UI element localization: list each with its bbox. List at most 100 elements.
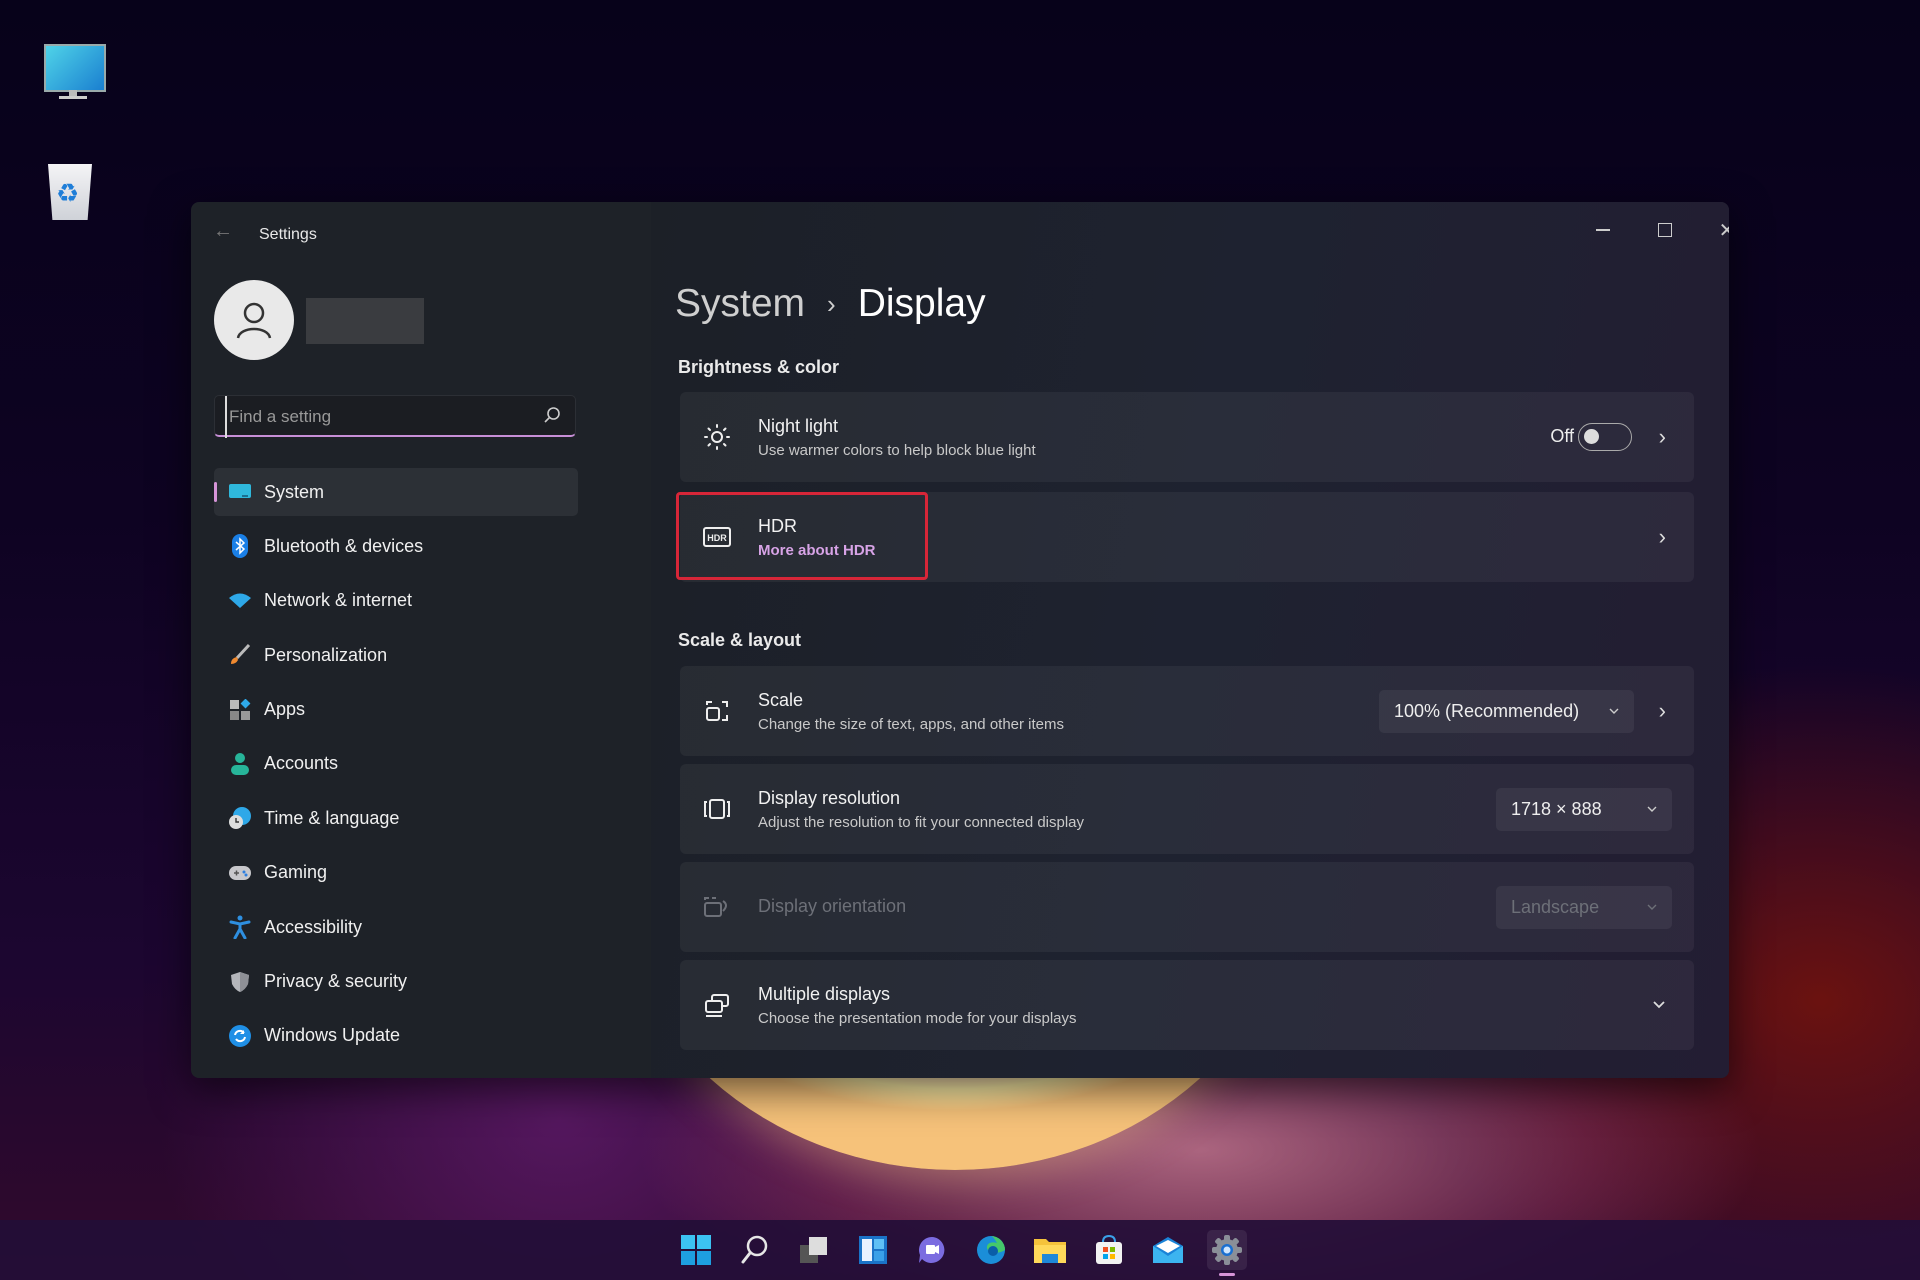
chevron-right-icon[interactable]: › bbox=[1659, 698, 1666, 724]
active-indicator bbox=[214, 482, 217, 502]
sidebar-item-label: Privacy & security bbox=[264, 971, 408, 992]
account-name-redacted bbox=[306, 298, 424, 344]
multiple-displays-icon bbox=[702, 990, 732, 1020]
minimize-icon bbox=[1596, 229, 1610, 231]
brush-icon bbox=[228, 643, 252, 667]
breadcrumb-parent[interactable]: System bbox=[675, 282, 805, 326]
widgets-button[interactable] bbox=[853, 1230, 893, 1270]
task-view-icon bbox=[800, 1237, 827, 1263]
recycle-bin-icon[interactable]: ♻ bbox=[46, 160, 116, 230]
store-icon bbox=[1096, 1234, 1122, 1264]
maximize-button[interactable] bbox=[1635, 212, 1695, 248]
sidebar-nav: System Bluetooth & devices Network & int… bbox=[214, 468, 578, 1066]
taskbar bbox=[0, 1220, 1920, 1280]
multiple-displays-card[interactable]: Multiple displays Choose the presentatio… bbox=[680, 960, 1694, 1050]
night-light-card[interactable]: Night light Use warmer colors to help bl… bbox=[680, 392, 1694, 482]
gamepad-icon bbox=[228, 861, 252, 885]
sidebar-item-label: Accounts bbox=[264, 753, 339, 774]
back-arrow-icon[interactable]: ← bbox=[213, 220, 233, 243]
sidebar-item-privacy[interactable]: Privacy & security bbox=[214, 958, 578, 1006]
store-button[interactable] bbox=[1089, 1230, 1129, 1270]
chevron-down-icon bbox=[1609, 708, 1619, 714]
widgets-icon bbox=[859, 1236, 887, 1264]
start-button[interactable] bbox=[676, 1230, 716, 1270]
display-resolution-card: Display resolution Adjust the resolution… bbox=[680, 764, 1694, 854]
sidebar-item-time-language[interactable]: Time & language bbox=[214, 794, 578, 842]
chat-button[interactable] bbox=[912, 1230, 952, 1270]
breadcrumb: System › Display bbox=[675, 282, 986, 326]
resolution-dropdown[interactable]: 1718 × 888 bbox=[1496, 788, 1672, 831]
minimize-button[interactable] bbox=[1573, 212, 1633, 248]
maximize-icon bbox=[1658, 223, 1672, 237]
orientation-dropdown[interactable]: Landscape bbox=[1496, 886, 1672, 929]
section-heading-scale-layout: Scale & layout bbox=[678, 630, 802, 650]
windows-logo-icon bbox=[681, 1235, 711, 1265]
sidebar-item-bluetooth[interactable]: Bluetooth & devices bbox=[214, 522, 578, 570]
hdr-highlight-annotation bbox=[676, 492, 928, 580]
this-pc-icon[interactable] bbox=[42, 42, 112, 112]
sidebar-item-label: Gaming bbox=[264, 862, 328, 883]
task-view-button[interactable] bbox=[794, 1230, 834, 1270]
card-subtitle: Change the size of text, apps, and other… bbox=[758, 716, 1065, 733]
shield-icon bbox=[228, 970, 252, 994]
apps-icon bbox=[228, 698, 252, 722]
card-title: Display orientation bbox=[758, 896, 907, 916]
resolution-icon bbox=[702, 794, 732, 824]
sidebar-item-label: Bluetooth & devices bbox=[264, 535, 424, 556]
section-heading-brightness: Brightness & color bbox=[678, 357, 840, 377]
avatar[interactable] bbox=[214, 280, 294, 360]
scale-dropdown[interactable]: 100% (Recommended) bbox=[1379, 690, 1634, 733]
sidebar-item-label: Time & language bbox=[264, 807, 400, 828]
chevron-down-icon[interactable] bbox=[1652, 998, 1666, 1012]
scale-card[interactable]: Scale Change the size of text, apps, and… bbox=[680, 666, 1694, 756]
page-title: Display bbox=[857, 282, 986, 325]
search-icon bbox=[741, 1235, 768, 1264]
edge-button[interactable] bbox=[971, 1230, 1011, 1270]
sidebar-item-label: System bbox=[264, 481, 325, 502]
gear-icon bbox=[1212, 1235, 1242, 1265]
sidebar-item-windows-update[interactable]: Windows Update bbox=[214, 1012, 578, 1060]
display-orientation-card: Display orientation Landscape bbox=[680, 862, 1694, 952]
sidebar-item-label: Personalization bbox=[264, 644, 388, 665]
card-subtitle: Use warmer colors to help block blue lig… bbox=[758, 442, 1036, 459]
bluetooth-icon bbox=[228, 534, 252, 559]
person-icon bbox=[236, 302, 272, 339]
search-box[interactable] bbox=[214, 395, 576, 438]
sidebar-item-accessibility[interactable]: Accessibility bbox=[214, 903, 578, 951]
person-icon bbox=[228, 752, 252, 776]
night-light-toggle[interactable] bbox=[1578, 423, 1632, 451]
folder-icon bbox=[1034, 1239, 1066, 1263]
chevron-down-icon bbox=[1647, 904, 1657, 910]
file-explorer-button[interactable] bbox=[1030, 1230, 1070, 1270]
sidebar-item-label: Windows Update bbox=[264, 1025, 401, 1046]
sidebar-item-system[interactable]: System bbox=[214, 468, 578, 516]
sidebar-item-label: Network & internet bbox=[264, 590, 413, 611]
sidebar-item-accounts[interactable]: Accounts bbox=[214, 740, 578, 788]
sidebar-item-network[interactable]: Network & internet bbox=[214, 577, 578, 625]
settings-window: ← Settings ✕ System Bluetooth & devices bbox=[191, 202, 1729, 1078]
card-title: Night light bbox=[758, 416, 839, 436]
dropdown-value: Landscape bbox=[1511, 897, 1600, 917]
settings-taskbar-button[interactable] bbox=[1207, 1230, 1247, 1276]
mail-button[interactable] bbox=[1148, 1230, 1188, 1270]
sidebar-item-personalization[interactable]: Personalization bbox=[214, 631, 578, 679]
taskbar-search-button[interactable] bbox=[735, 1230, 775, 1270]
card-subtitle: Adjust the resolution to fit your connec… bbox=[758, 814, 1085, 831]
orientation-icon bbox=[702, 892, 732, 922]
chevron-down-icon bbox=[1647, 806, 1657, 812]
chevron-right-icon[interactable]: › bbox=[1659, 524, 1666, 550]
teams-chat-icon bbox=[919, 1237, 945, 1263]
sidebar-item-label: Apps bbox=[264, 699, 306, 720]
sidebar-item-label: Accessibility bbox=[264, 916, 363, 937]
sidebar-item-apps[interactable]: Apps bbox=[214, 686, 578, 734]
wifi-icon bbox=[228, 589, 252, 613]
toggle-state-label: Off bbox=[1550, 426, 1574, 446]
dropdown-value: 100% (Recommended) bbox=[1394, 701, 1580, 721]
close-icon: ✕ bbox=[1718, 219, 1729, 242]
search-icon[interactable] bbox=[543, 406, 561, 424]
close-button[interactable]: ✕ bbox=[1697, 212, 1729, 248]
mail-icon bbox=[1153, 1237, 1183, 1263]
sidebar-item-gaming[interactable]: Gaming bbox=[214, 849, 578, 897]
chevron-right-icon[interactable]: › bbox=[1659, 424, 1666, 450]
search-input[interactable] bbox=[225, 396, 531, 438]
